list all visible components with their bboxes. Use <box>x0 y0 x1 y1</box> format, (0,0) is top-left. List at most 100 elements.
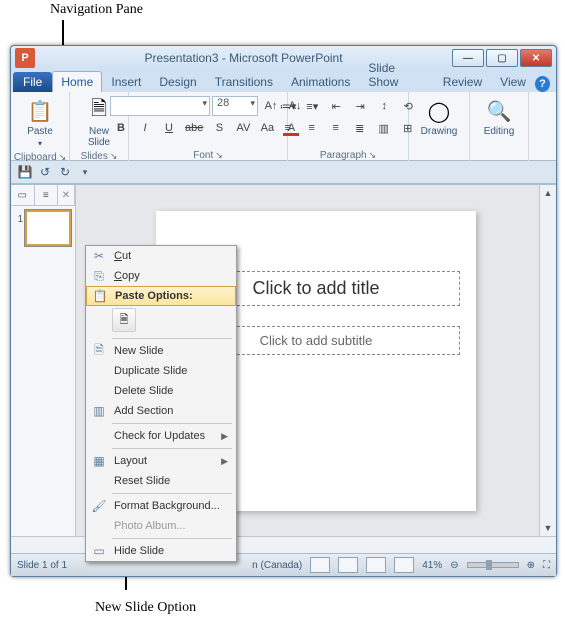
section-icon: ▥ <box>90 403 108 419</box>
qat-dropdown-icon[interactable]: ▾ <box>77 164 93 180</box>
cm-layout[interactable]: ▦ Layout ▶ <box>86 451 236 471</box>
tab-animations[interactable]: Animations <box>282 71 359 92</box>
tab-transitions[interactable]: Transitions <box>206 71 282 92</box>
paste-button[interactable]: 📋 Paste▾ <box>21 94 59 152</box>
cm-reset-slide[interactable]: Reset Slide <box>86 471 236 491</box>
scroll-down-icon[interactable]: ▼ <box>540 520 556 536</box>
cm-paste-options[interactable]: 📋 Paste Options: <box>86 286 236 306</box>
cm-delete-slide[interactable]: Delete Slide <box>86 381 236 401</box>
inc-indent-button[interactable]: ⇥ <box>349 96 371 116</box>
shapes-icon: ◯ <box>425 97 453 125</box>
separator <box>112 448 232 449</box>
cm-format-background[interactable]: 🖌 Format Background... <box>86 496 236 516</box>
zoom-in-button[interactable]: ⊕ <box>527 560 535 571</box>
navtab-outline-icon[interactable]: ≡ <box>35 185 59 205</box>
navigation-pane: ▭ ≡ ✕ 1 <box>11 185 76 536</box>
group-font-label: Font↘ <box>193 148 223 162</box>
slide-thumbnail-1[interactable]: 1 <box>13 210 73 246</box>
shadow-button[interactable]: S <box>208 118 230 138</box>
close-button[interactable]: ✕ <box>520 49 552 67</box>
zoom-slider[interactable] <box>467 562 519 568</box>
paste-icon: 📋 <box>91 288 109 304</box>
dec-indent-button[interactable]: ⇤ <box>325 96 347 116</box>
clipboard-icon: 📋 <box>26 97 54 125</box>
font-size-select[interactable]: 28 <box>212 96 258 116</box>
format-icon: 🖌 <box>90 498 108 514</box>
justify-button[interactable]: ≣ <box>349 118 371 138</box>
annotation-navpane: Navigation Pane <box>50 2 143 18</box>
find-icon: 🔍 <box>485 97 513 125</box>
tab-view[interactable]: View <box>491 71 535 92</box>
cm-check-updates[interactable]: Check for Updates ▶ <box>86 426 236 446</box>
char-spacing-button[interactable]: AV <box>232 118 254 138</box>
cm-new-slide[interactable]: 🗎 New Slide <box>86 341 236 361</box>
strike-button[interactable]: abe <box>182 118 206 138</box>
ribbon: 📋 Paste▾ Clipboard↘ 🗎 New Slide Slides↘ … <box>11 92 556 161</box>
navtab-slides-icon[interactable]: ▭ <box>11 185 35 205</box>
zoom-level: 41% <box>422 560 442 571</box>
font-color-button[interactable]: A <box>280 118 302 138</box>
cm-cut[interactable]: ✂ Cut <box>86 246 236 266</box>
view-reading-button[interactable] <box>366 557 386 573</box>
editing-button[interactable]: 🔍 Editing <box>479 94 520 140</box>
scroll-up-icon[interactable]: ▲ <box>540 185 556 201</box>
maximize-button[interactable]: ▢ <box>486 49 518 67</box>
file-tab[interactable]: File <box>13 72 52 92</box>
ribbon-tabs: File Home Insert Design Transitions Anim… <box>11 70 556 92</box>
annotation-newslide: New Slide Option <box>95 600 196 616</box>
status-language[interactable]: n (Canada) <box>252 560 302 571</box>
view-normal-button[interactable] <box>310 557 330 573</box>
cm-hide-slide[interactable]: ▭ Hide Slide <box>86 541 236 561</box>
paste-options-row: 🗎 <box>86 306 236 336</box>
drawing-button[interactable]: ◯ Drawing <box>416 94 463 140</box>
view-sorter-button[interactable] <box>338 557 358 573</box>
cm-photo-album: Photo Album... <box>86 516 236 536</box>
tab-slideshow[interactable]: Slide Show <box>359 57 433 92</box>
minimize-button[interactable]: — <box>452 49 484 67</box>
cm-add-section[interactable]: ▥ Add Section <box>86 401 236 421</box>
separator <box>112 338 232 339</box>
quick-access: 💾 ↺ ↻ ▾ <box>11 161 556 184</box>
separator <box>112 423 232 424</box>
fit-to-window-button[interactable]: ⛶ <box>543 560 550 571</box>
qat-save-icon[interactable]: 💾 <box>17 164 33 180</box>
qat-undo-icon[interactable]: ↺ <box>37 164 53 180</box>
layout-icon: ▦ <box>90 453 108 469</box>
tab-home[interactable]: Home <box>52 71 102 92</box>
italic-button[interactable]: I <box>134 118 156 138</box>
align-center-button[interactable]: ≡ <box>301 118 323 138</box>
slide-number: 1 <box>13 210 23 246</box>
navpane-close-icon[interactable]: ✕ <box>58 185 75 205</box>
cm-copy[interactable]: ⎘ Copy <box>86 266 236 286</box>
align-right-button[interactable]: ≡ <box>325 118 347 138</box>
view-slideshow-button[interactable] <box>394 557 414 573</box>
change-case-button[interactable]: Aa <box>256 118 278 138</box>
vertical-scrollbar[interactable]: ▲ ▼ <box>539 185 556 536</box>
tab-design[interactable]: Design <box>150 71 205 92</box>
status-slide: Slide 1 of 1 <box>17 560 67 571</box>
columns-button[interactable]: ▥ <box>373 118 395 138</box>
bullets-button[interactable]: ≔▾ <box>277 96 300 116</box>
bold-button[interactable]: B <box>110 118 132 138</box>
chevron-right-icon: ▶ <box>221 456 228 467</box>
group-paragraph-label: Paragraph↘ <box>320 148 376 162</box>
chevron-right-icon: ▶ <box>221 431 228 442</box>
zoom-out-button[interactable]: ⊖ <box>450 560 458 571</box>
line-spacing-button[interactable]: ↕ <box>373 96 395 116</box>
separator <box>112 493 232 494</box>
underline-button[interactable]: U <box>158 118 180 138</box>
tab-review[interactable]: Review <box>434 71 491 92</box>
scissors-icon: ✂ <box>90 248 108 264</box>
copy-icon: ⎘ <box>90 268 108 284</box>
font-family-select[interactable] <box>110 96 210 116</box>
tab-insert[interactable]: Insert <box>102 71 150 92</box>
titlebar: P Presentation3 - Microsoft PowerPoint —… <box>11 46 556 70</box>
hide-icon: ▭ <box>90 543 108 559</box>
context-menu: ✂ Cut ⎘ Copy 📋 Paste Options: 🗎 🗎 New Sl… <box>85 245 237 562</box>
qat-redo-icon[interactable]: ↻ <box>57 164 73 180</box>
help-icon[interactable]: ? <box>535 76 550 92</box>
numbering-button[interactable]: ≡▾ <box>301 96 323 116</box>
app-icon: P <box>15 48 35 68</box>
paste-keep-source-button[interactable]: 🗎 <box>112 308 136 332</box>
cm-duplicate-slide[interactable]: Duplicate Slide <box>86 361 236 381</box>
